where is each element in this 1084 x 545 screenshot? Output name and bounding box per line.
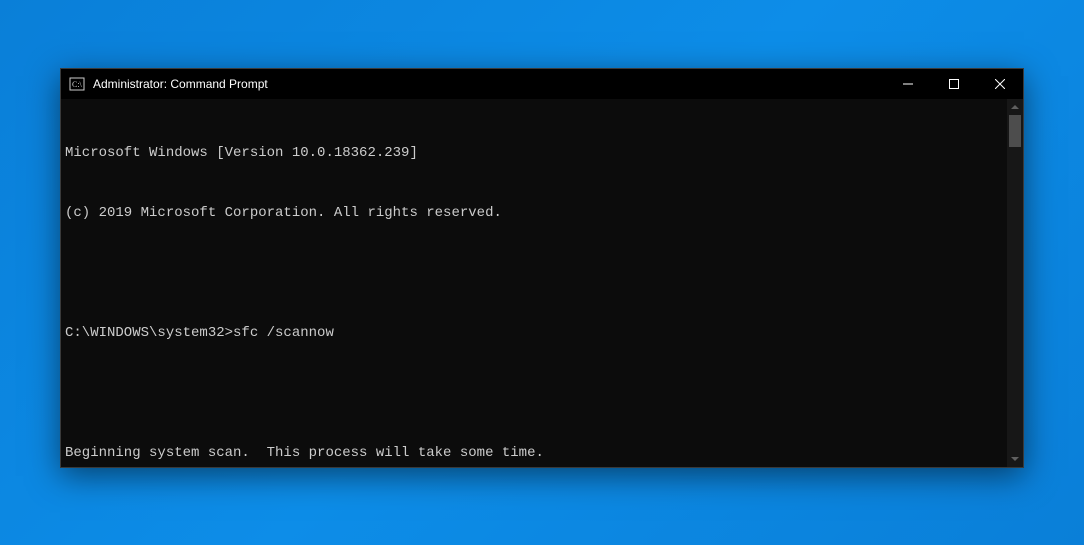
close-button[interactable] [977, 69, 1023, 99]
terminal-line: (c) 2019 Microsoft Corporation. All righ… [65, 203, 1003, 223]
scroll-thumb[interactable] [1009, 115, 1021, 147]
window-controls [885, 69, 1023, 99]
terminal-line: Beginning system scan. This process will… [65, 443, 1003, 463]
terminal-output[interactable]: Microsoft Windows [Version 10.0.18362.23… [61, 99, 1007, 467]
svg-text:C:\: C:\ [72, 80, 83, 89]
command-prompt-window: C:\ Administrator: Command Prompt Micros… [60, 68, 1024, 468]
maximize-button[interactable] [931, 69, 977, 99]
scroll-down-icon[interactable] [1007, 451, 1023, 467]
terminal-body: Microsoft Windows [Version 10.0.18362.23… [61, 99, 1023, 467]
minimize-button[interactable] [885, 69, 931, 99]
scroll-up-icon[interactable] [1007, 99, 1023, 115]
terminal-line [65, 263, 1003, 283]
terminal-line: C:\WINDOWS\system32>sfc /scannow [65, 323, 1003, 343]
terminal-line: Microsoft Windows [Version 10.0.18362.23… [65, 143, 1003, 163]
scroll-track[interactable] [1007, 115, 1023, 451]
vertical-scrollbar[interactable] [1007, 99, 1023, 467]
titlebar[interactable]: C:\ Administrator: Command Prompt [61, 69, 1023, 99]
terminal-line [65, 383, 1003, 403]
window-title: Administrator: Command Prompt [91, 77, 885, 91]
command-prompt-icon: C:\ [69, 76, 85, 92]
